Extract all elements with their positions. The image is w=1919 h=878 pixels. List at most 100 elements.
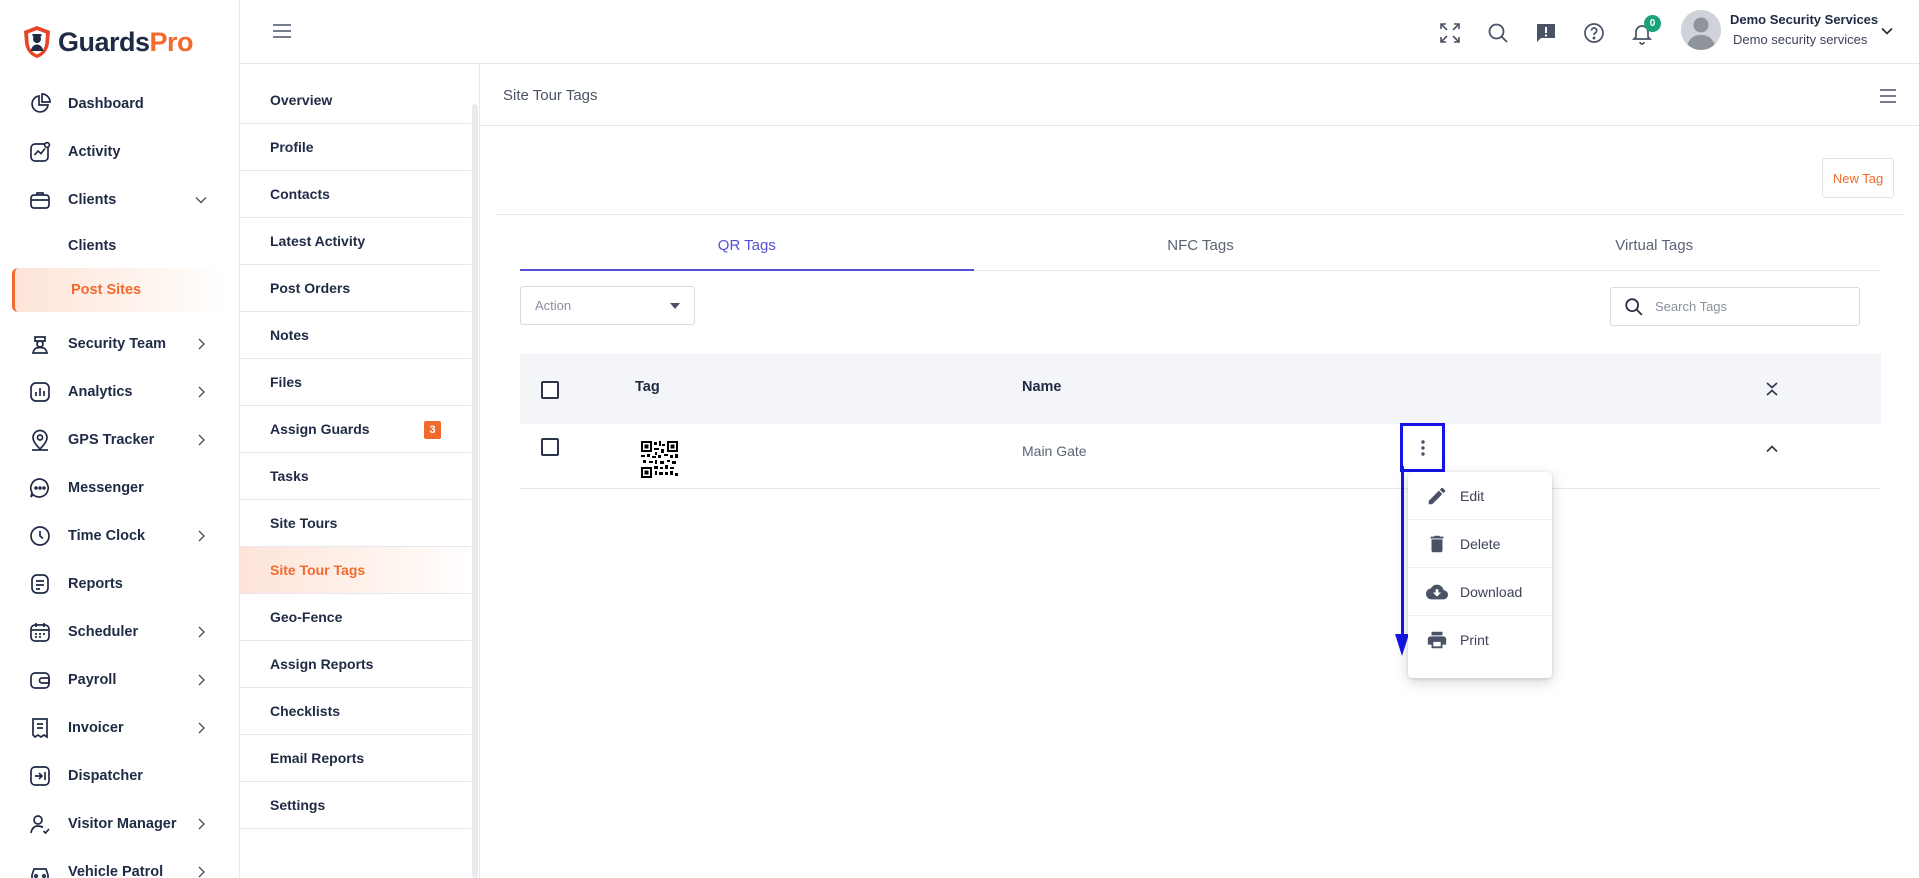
chevron-right-icon	[198, 722, 205, 734]
submenu-item-assign-reports[interactable]: Assign Reports	[240, 641, 471, 688]
trash-icon	[1430, 535, 1444, 553]
submenu-item-latest-activity[interactable]: Latest Activity	[240, 218, 471, 265]
nav-label: Messenger	[68, 480, 144, 496]
nav-item-dashboard[interactable]: Dashboard	[0, 80, 240, 128]
nav-label: Analytics	[68, 384, 133, 400]
chevron-right-icon	[198, 674, 205, 686]
table-header: Tag Name	[520, 354, 1881, 424]
submenu-item-overview[interactable]: Overview	[240, 77, 471, 124]
search-placeholder: Search Tags	[1655, 299, 1728, 314]
nav-label: Activity	[68, 144, 121, 160]
submenu-item-contacts[interactable]: Contacts	[240, 171, 471, 218]
activity-icon	[30, 141, 51, 162]
nav-item-activity[interactable]: Activity	[0, 128, 240, 176]
nav-item-scheduler[interactable]: Scheduler	[0, 608, 240, 656]
select-all-checkbox[interactable]	[541, 381, 559, 399]
annotation-arrow-icon	[1395, 466, 1409, 656]
user-name[interactable]: Demo Security Services	[1730, 12, 1878, 27]
table-row[interactable]: Main Gate	[520, 423, 1881, 489]
chevron-right-icon	[198, 338, 205, 350]
menu-item-edit[interactable]: Edit	[1408, 472, 1552, 520]
feedback-icon[interactable]	[1534, 21, 1558, 45]
nav-item-dispatcher[interactable]: Dispatcher	[0, 752, 240, 800]
hamburger-menu-icon[interactable]	[272, 22, 292, 40]
nav-label: Invoicer	[68, 720, 124, 736]
nav-item-time-clock[interactable]: Time Clock	[0, 512, 240, 560]
help-icon[interactable]	[1582, 21, 1606, 45]
collapse-all-icon[interactable]	[1764, 381, 1780, 397]
nav-sub-post-sites[interactable]: Post Sites	[12, 268, 224, 312]
nav-item-gps-tracker[interactable]: GPS Tracker	[0, 416, 240, 464]
brand-logo[interactable]: GuardsPro	[22, 22, 194, 62]
submenu-item-notes[interactable]: Notes	[240, 312, 471, 359]
gps-icon	[32, 429, 48, 451]
action-select-value: Action	[535, 298, 572, 313]
reports-icon	[31, 574, 49, 594]
menu-item-download[interactable]: Download	[1408, 568, 1552, 616]
pencil-icon	[1428, 487, 1446, 505]
visitor-icon	[30, 815, 50, 835]
submenu-item-settings[interactable]: Settings	[240, 782, 471, 829]
menu-item-label: Edit	[1460, 487, 1485, 504]
submenu-item-assign-guards[interactable]: Assign Guards 3	[240, 406, 471, 453]
nav-label: Dashboard	[68, 96, 144, 112]
tab-nfc-tags[interactable]: NFC Tags	[974, 228, 1428, 270]
row-actions-button[interactable]	[1400, 423, 1445, 472]
submenu-scrollbar[interactable]	[472, 104, 478, 878]
site-submenu: Overview Profile Contacts Latest Activit…	[240, 64, 480, 878]
nav-item-analytics[interactable]: Analytics	[0, 368, 240, 416]
menu-item-delete[interactable]: Delete	[1408, 520, 1552, 568]
column-header-tag: Tag	[635, 379, 660, 395]
fullscreen-icon[interactable]	[1438, 21, 1462, 45]
nav-item-clients[interactable]: Clients	[0, 176, 240, 224]
menu-item-print[interactable]: Print	[1408, 616, 1552, 664]
top-bar: 0 Demo Security Services Demo security s…	[240, 0, 1919, 64]
avatar[interactable]	[1681, 10, 1721, 50]
chevron-right-icon	[198, 626, 205, 638]
app-root: GuardsPro Dashboard Activity Clients Cli…	[0, 0, 1919, 878]
submenu-item-post-orders[interactable]: Post Orders	[240, 265, 471, 312]
submenu-item-geo-fence[interactable]: Geo-Fence	[240, 594, 471, 641]
invoicer-icon	[32, 718, 48, 739]
search-icon[interactable]	[1486, 21, 1510, 45]
submenu-item-files[interactable]: Files	[240, 359, 471, 406]
dashboard-icon	[31, 93, 51, 113]
nav-label: Payroll	[68, 672, 117, 688]
nav-item-invoicer[interactable]: Invoicer	[0, 704, 240, 752]
nav-label: Dispatcher	[68, 768, 143, 784]
nav-item-visitor-manager[interactable]: Visitor Manager	[0, 800, 240, 848]
nav-sub-clients[interactable]: Clients	[0, 224, 240, 268]
nav-item-security-team[interactable]: Security Team	[0, 320, 240, 368]
page-menu-icon[interactable]	[1879, 88, 1897, 104]
chevron-right-icon	[198, 866, 205, 878]
nav-item-payroll[interactable]: Payroll	[0, 656, 240, 704]
nav-item-reports[interactable]: Reports	[0, 560, 240, 608]
submenu-item-site-tour-tags[interactable]: Site Tour Tags	[240, 547, 471, 594]
nav-item-messenger[interactable]: Messenger	[0, 464, 240, 512]
submenu-item-checklists[interactable]: Checklists	[240, 688, 471, 735]
nav-item-vehicle-patrol[interactable]: Vehicle Patrol	[0, 848, 240, 878]
tab-qr-tags[interactable]: QR Tags	[520, 228, 974, 271]
chevron-down-icon[interactable]	[1880, 24, 1894, 38]
new-tag-button[interactable]: New Tag	[1822, 158, 1894, 198]
action-select[interactable]: Action	[520, 286, 695, 325]
search-input[interactable]: Search Tags	[1610, 287, 1860, 326]
menu-item-label: Download	[1460, 583, 1523, 600]
clock-icon	[30, 526, 50, 546]
tag-name: Main Gate	[1022, 443, 1087, 459]
row-checkbox[interactable]	[541, 438, 559, 456]
submenu-item-site-tours[interactable]: Site Tours	[240, 500, 471, 547]
tab-virtual-tags[interactable]: Virtual Tags	[1427, 228, 1881, 270]
chevron-up-icon[interactable]	[1764, 441, 1780, 457]
submenu-item-profile[interactable]: Profile	[240, 124, 471, 171]
notification-badge: 0	[1644, 15, 1661, 32]
messenger-icon	[29, 478, 49, 498]
submenu-item-tasks[interactable]: Tasks	[240, 453, 471, 500]
clients-icon	[30, 192, 50, 209]
submenu-item-email-reports[interactable]: Email Reports	[240, 735, 471, 782]
nav-label: Clients	[68, 192, 117, 208]
menu-item-label: Delete	[1460, 535, 1501, 552]
main-content: Site Tour Tags New Tag QR Tags NFC Tags …	[480, 64, 1919, 878]
user-company: Demo security services	[1733, 32, 1868, 47]
